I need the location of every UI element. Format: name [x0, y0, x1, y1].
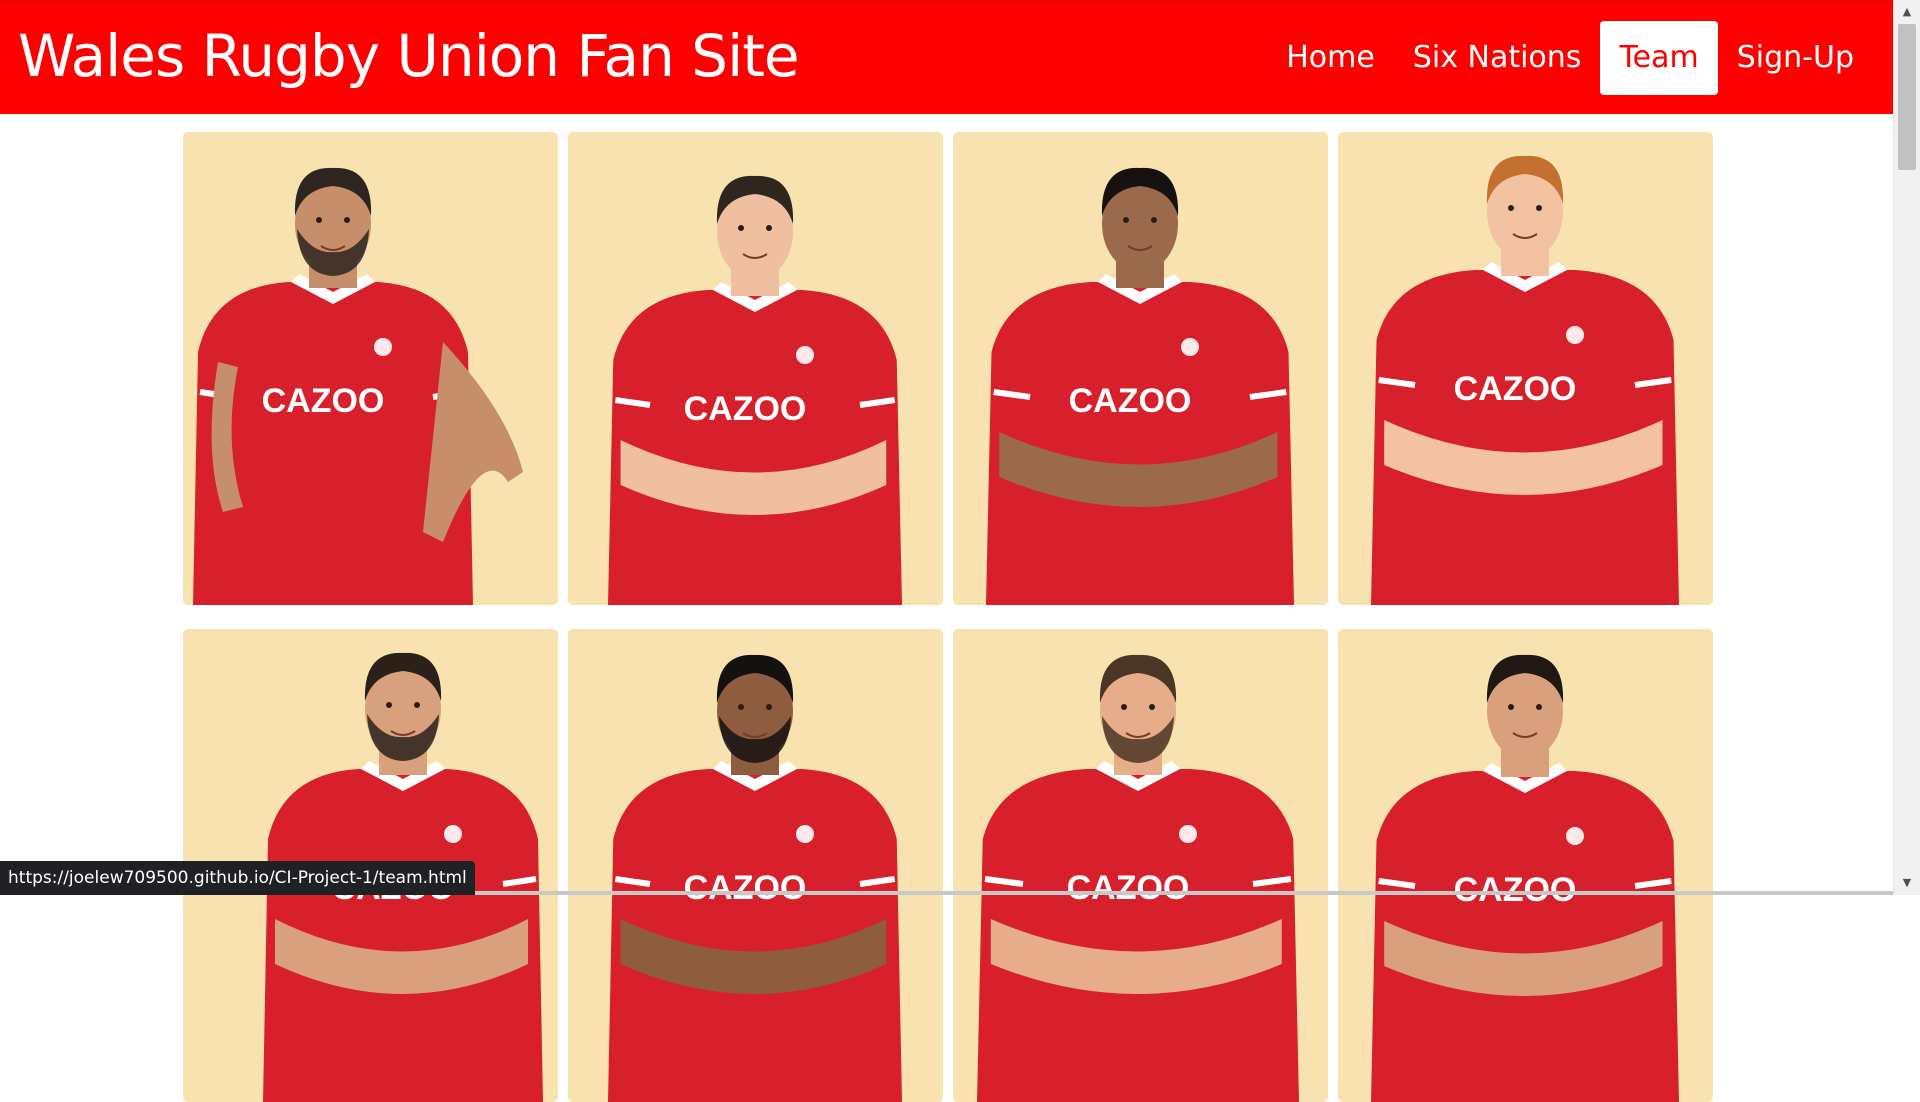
team-grid: CAZOO CAZOO CAZOO CAZOO CAZOO CAZOO CAZO… [183, 132, 1713, 1102]
jersey-shape [193, 282, 473, 605]
jersey-sponsor-text: CAZOO [1454, 370, 1577, 408]
player-photo: CAZOO [977, 654, 1299, 1102]
player-card: CAZOO [1338, 629, 1713, 1102]
jersey-sponsor-text: CAZOO [262, 382, 385, 420]
player-eye [386, 702, 392, 708]
crest-icon [374, 338, 392, 356]
jersey-sponsor-text: CAZOO [1454, 871, 1577, 909]
jersey-shape [986, 282, 1294, 605]
status-link-preview: https://joelew709500.github.io/CI-Projec… [0, 861, 475, 895]
player-photo: CAZOO [608, 654, 902, 1102]
player-eye [738, 225, 744, 231]
crest-icon [1566, 827, 1584, 845]
player-card: CAZOO [953, 629, 1328, 1102]
player-photo: CAZOO [193, 167, 523, 605]
player-eye [1123, 217, 1129, 223]
player-eye [1536, 205, 1542, 211]
player-card: CAZOO [1338, 132, 1713, 605]
main-nav: Home Six Nations Team Sign-Up [1267, 21, 1873, 95]
player-photo: CAZOO [608, 175, 902, 605]
nav-six-nations[interactable]: Six Nations [1394, 21, 1601, 95]
site-header: Wales Rugby Union Fan Site Home Six Nati… [0, 0, 1893, 114]
player-card: CAZOO [953, 132, 1328, 605]
player-eye [1508, 205, 1514, 211]
scroll-down-arrow-icon[interactable]: ▼ [1894, 873, 1920, 893]
bottom-scrollbar-edge [450, 891, 1893, 895]
jersey-sponsor-text: CAZOO [1069, 382, 1192, 420]
crest-icon [1179, 825, 1197, 843]
player-eye [344, 217, 350, 223]
player-eye [766, 225, 772, 231]
nav-sign-up[interactable]: Sign-Up [1718, 21, 1873, 95]
player-card: CAZOO [568, 132, 943, 605]
jersey-sponsor-text: CAZOO [684, 390, 807, 428]
crest-icon [796, 346, 814, 364]
player-eye [1536, 704, 1542, 710]
player-card: CAZOO [568, 629, 943, 1102]
site-brand[interactable]: Wales Rugby Union Fan Site [18, 17, 800, 95]
scroll-thumb[interactable] [1898, 24, 1916, 170]
nav-home[interactable]: Home [1267, 21, 1394, 95]
crest-icon [1566, 326, 1584, 344]
player-eye [738, 704, 744, 710]
player-eye [1149, 704, 1155, 710]
scroll-up-arrow-icon[interactable]: ▲ [1894, 2, 1920, 22]
player-eye [1121, 704, 1127, 710]
player-eye [1508, 704, 1514, 710]
crest-icon [444, 825, 462, 843]
jersey-sponsor-text: CAZOO [1067, 869, 1190, 907]
player-eye [414, 702, 420, 708]
player-eye [316, 217, 322, 223]
page-scrollbar[interactable]: ▲ ▼ [1893, 0, 1920, 895]
player-photo: CAZOO [986, 167, 1294, 605]
jersey-shape [608, 290, 902, 605]
jersey-sponsor-text: CAZOO [684, 869, 807, 907]
player-eye [1151, 217, 1157, 223]
player-photo: CAZOO [1371, 155, 1679, 605]
player-card: CAZOO [183, 132, 558, 605]
player-photo: CAZOO [1371, 654, 1679, 1102]
crest-icon [1181, 338, 1199, 356]
nav-team[interactable]: Team [1600, 21, 1718, 95]
player-eye [766, 704, 772, 710]
crest-icon [796, 825, 814, 843]
